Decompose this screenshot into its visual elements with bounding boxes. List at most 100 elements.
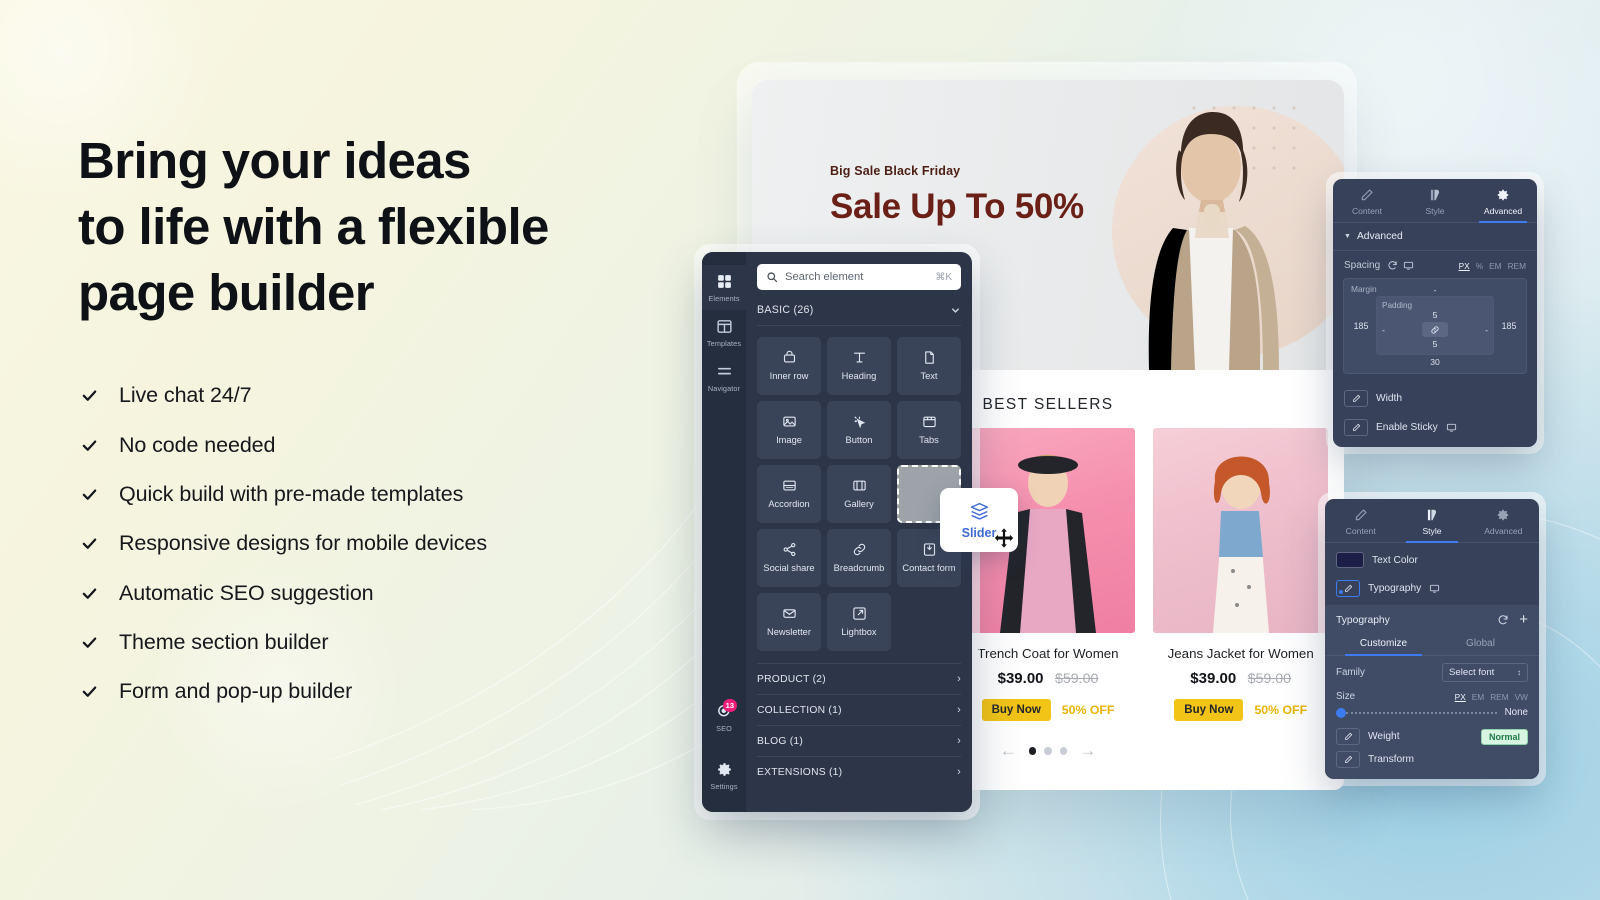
section-header-basic[interactable]: BASIC (26) bbox=[757, 304, 961, 326]
spacing-units: PX % EM REM bbox=[1459, 261, 1526, 271]
control-width[interactable]: Width bbox=[1333, 384, 1537, 413]
element-image[interactable]: Image bbox=[757, 401, 821, 459]
weight-edit-button[interactable] bbox=[1336, 728, 1360, 745]
carousel-dot[interactable] bbox=[1028, 747, 1037, 755]
feature-item: No code needed bbox=[78, 421, 718, 470]
padding-right-value[interactable]: - bbox=[1485, 325, 1488, 335]
desktop-icon[interactable] bbox=[1403, 260, 1414, 271]
padding-link-button[interactable] bbox=[1422, 322, 1448, 337]
unit-em[interactable]: EM bbox=[1472, 692, 1484, 702]
element-lightbox[interactable]: Lightbox bbox=[827, 593, 891, 651]
buy-now-button[interactable]: Buy Now bbox=[981, 699, 1051, 721]
element-text[interactable]: Text bbox=[897, 337, 961, 395]
padding-top-value[interactable]: 5 bbox=[1382, 310, 1488, 320]
drag-ghost-label: Slider bbox=[961, 525, 997, 540]
feature-list: Live chat 24/7 No code needed Quick buil… bbox=[78, 371, 718, 716]
tab-style[interactable]: Style bbox=[1396, 499, 1467, 543]
element-label: Gallery bbox=[844, 498, 874, 509]
element-inner-row[interactable]: Inner row bbox=[757, 337, 821, 395]
subtab-global[interactable]: Global bbox=[1432, 633, 1529, 655]
sidebar-item-settings[interactable]: Settings bbox=[702, 753, 746, 798]
control-font-weight[interactable]: Weight Normal bbox=[1325, 724, 1539, 749]
element-button[interactable]: Button bbox=[827, 401, 891, 459]
font-size-slider[interactable] bbox=[1336, 707, 1497, 718]
elements-panel-wrapper: Elements Templates Navigator 13 SEO Sett… bbox=[694, 244, 980, 820]
reset-icon[interactable] bbox=[1497, 614, 1509, 626]
element-heading[interactable]: Heading bbox=[827, 337, 891, 395]
carousel-dot[interactable] bbox=[1044, 747, 1052, 755]
control-enable-sticky[interactable]: Enable Sticky bbox=[1333, 413, 1537, 447]
product-compare-price: $59.00 bbox=[1054, 671, 1099, 687]
control-text-transform[interactable]: Transform bbox=[1325, 749, 1539, 779]
padding-bottom-value[interactable]: 5 bbox=[1382, 339, 1488, 349]
family-label: Family bbox=[1336, 667, 1365, 678]
sticky-edit-button[interactable] bbox=[1344, 419, 1368, 436]
control-label: Enable Sticky bbox=[1376, 422, 1438, 433]
category-extensions[interactable]: EXTENSIONS (1) › bbox=[757, 756, 961, 787]
reset-icon[interactable] bbox=[1387, 260, 1398, 271]
unit-em[interactable]: EM bbox=[1489, 261, 1501, 271]
subtab-customize[interactable]: Customize bbox=[1335, 633, 1432, 656]
sidebar-item-seo[interactable]: 13 SEO bbox=[702, 695, 746, 740]
carousel-prev-arrow[interactable]: ← bbox=[1000, 741, 1017, 761]
margin-bottom-value[interactable]: 30 bbox=[1351, 357, 1519, 367]
margin-right-value[interactable]: 185 bbox=[1499, 321, 1519, 331]
style-settings-panel-wrapper: Content Style Advanced Text Color Typogr… bbox=[1318, 492, 1546, 786]
product-card[interactable]: Jeans Jacket for Women $39.00 $59.00 Buy… bbox=[1153, 428, 1329, 721]
tab-style[interactable]: Style bbox=[1401, 179, 1469, 222]
category-product[interactable]: PRODUCT (2) › bbox=[757, 663, 961, 694]
font-family-select[interactable]: Select font ↕ bbox=[1442, 663, 1528, 682]
search-element-field[interactable]: Search element ⌘K bbox=[757, 264, 961, 290]
element-gallery[interactable]: Gallery bbox=[827, 465, 891, 523]
desktop-icon[interactable] bbox=[1429, 583, 1440, 594]
add-icon[interactable]: + bbox=[1519, 612, 1528, 627]
unit-px[interactable]: PX bbox=[1455, 692, 1466, 702]
element-breadcrumb[interactable]: Breadcrumb bbox=[827, 529, 891, 587]
element-label: Social share bbox=[763, 562, 815, 573]
element-social-share[interactable]: Social share bbox=[757, 529, 821, 587]
tab-advanced[interactable]: Advanced bbox=[1469, 179, 1537, 223]
typography-edit-button[interactable] bbox=[1336, 580, 1360, 597]
feature-item: Quick build with pre-made templates bbox=[78, 470, 718, 519]
check-icon bbox=[78, 533, 100, 555]
tab-content[interactable]: Content bbox=[1325, 499, 1396, 542]
carousel-next-arrow[interactable]: → bbox=[1079, 741, 1096, 761]
control-typography-toggle[interactable]: Typography bbox=[1325, 574, 1539, 605]
carousel-dot[interactable] bbox=[1059, 747, 1068, 755]
product-price: $39.00 bbox=[1190, 670, 1237, 687]
desktop-icon[interactable] bbox=[1446, 422, 1457, 433]
category-blog[interactable]: BLOG (1) › bbox=[757, 725, 961, 756]
advanced-accordion-header[interactable]: ▼ Advanced bbox=[1333, 223, 1537, 251]
settings-tabs: Content Style Advanced bbox=[1333, 179, 1537, 223]
chevron-down-icon[interactable] bbox=[950, 305, 961, 316]
seo-notification-badge: 13 bbox=[722, 699, 737, 712]
unit-percent[interactable]: % bbox=[1476, 261, 1483, 271]
search-input[interactable]: Search element bbox=[785, 271, 928, 283]
margin-left-value[interactable]: 185 bbox=[1351, 321, 1371, 331]
element-accordion[interactable]: Accordion bbox=[757, 465, 821, 523]
unit-rem[interactable]: REM bbox=[1490, 692, 1508, 702]
sidebar-item-elements[interactable]: Elements bbox=[702, 265, 746, 310]
unit-px[interactable]: PX bbox=[1459, 261, 1470, 271]
tab-content[interactable]: Content bbox=[1333, 179, 1401, 222]
sidebar-item-templates[interactable]: Templates bbox=[702, 310, 746, 355]
product-card[interactable]: Trench Coat for Women $39.00 $59.00 Buy … bbox=[960, 428, 1136, 721]
unit-vw[interactable]: VW bbox=[1515, 692, 1528, 702]
tab-advanced[interactable]: Advanced bbox=[1468, 499, 1539, 542]
transform-edit-button[interactable] bbox=[1336, 751, 1360, 768]
text-color-swatch[interactable] bbox=[1336, 552, 1364, 568]
slider-knob[interactable] bbox=[1336, 707, 1346, 718]
element-newsletter[interactable]: Newsletter bbox=[757, 593, 821, 651]
control-text-color[interactable]: Text Color bbox=[1325, 543, 1539, 574]
typography-subpanel-header: Typography + bbox=[1325, 605, 1539, 633]
feature-label: Responsive designs for mobile devices bbox=[119, 531, 487, 556]
width-edit-button[interactable] bbox=[1344, 390, 1368, 407]
buy-now-button[interactable]: Buy Now bbox=[1174, 699, 1244, 721]
settings-tabs: Content Style Advanced bbox=[1325, 499, 1539, 543]
category-collection[interactable]: COLLECTION (1) › bbox=[757, 694, 961, 725]
element-tabs[interactable]: Tabs bbox=[897, 401, 961, 459]
sidebar-item-navigator[interactable]: Navigator bbox=[702, 355, 746, 400]
unit-rem[interactable]: REM bbox=[1508, 261, 1526, 271]
chevron-right-icon: › bbox=[957, 704, 961, 716]
padding-left-value[interactable]: - bbox=[1382, 325, 1385, 335]
